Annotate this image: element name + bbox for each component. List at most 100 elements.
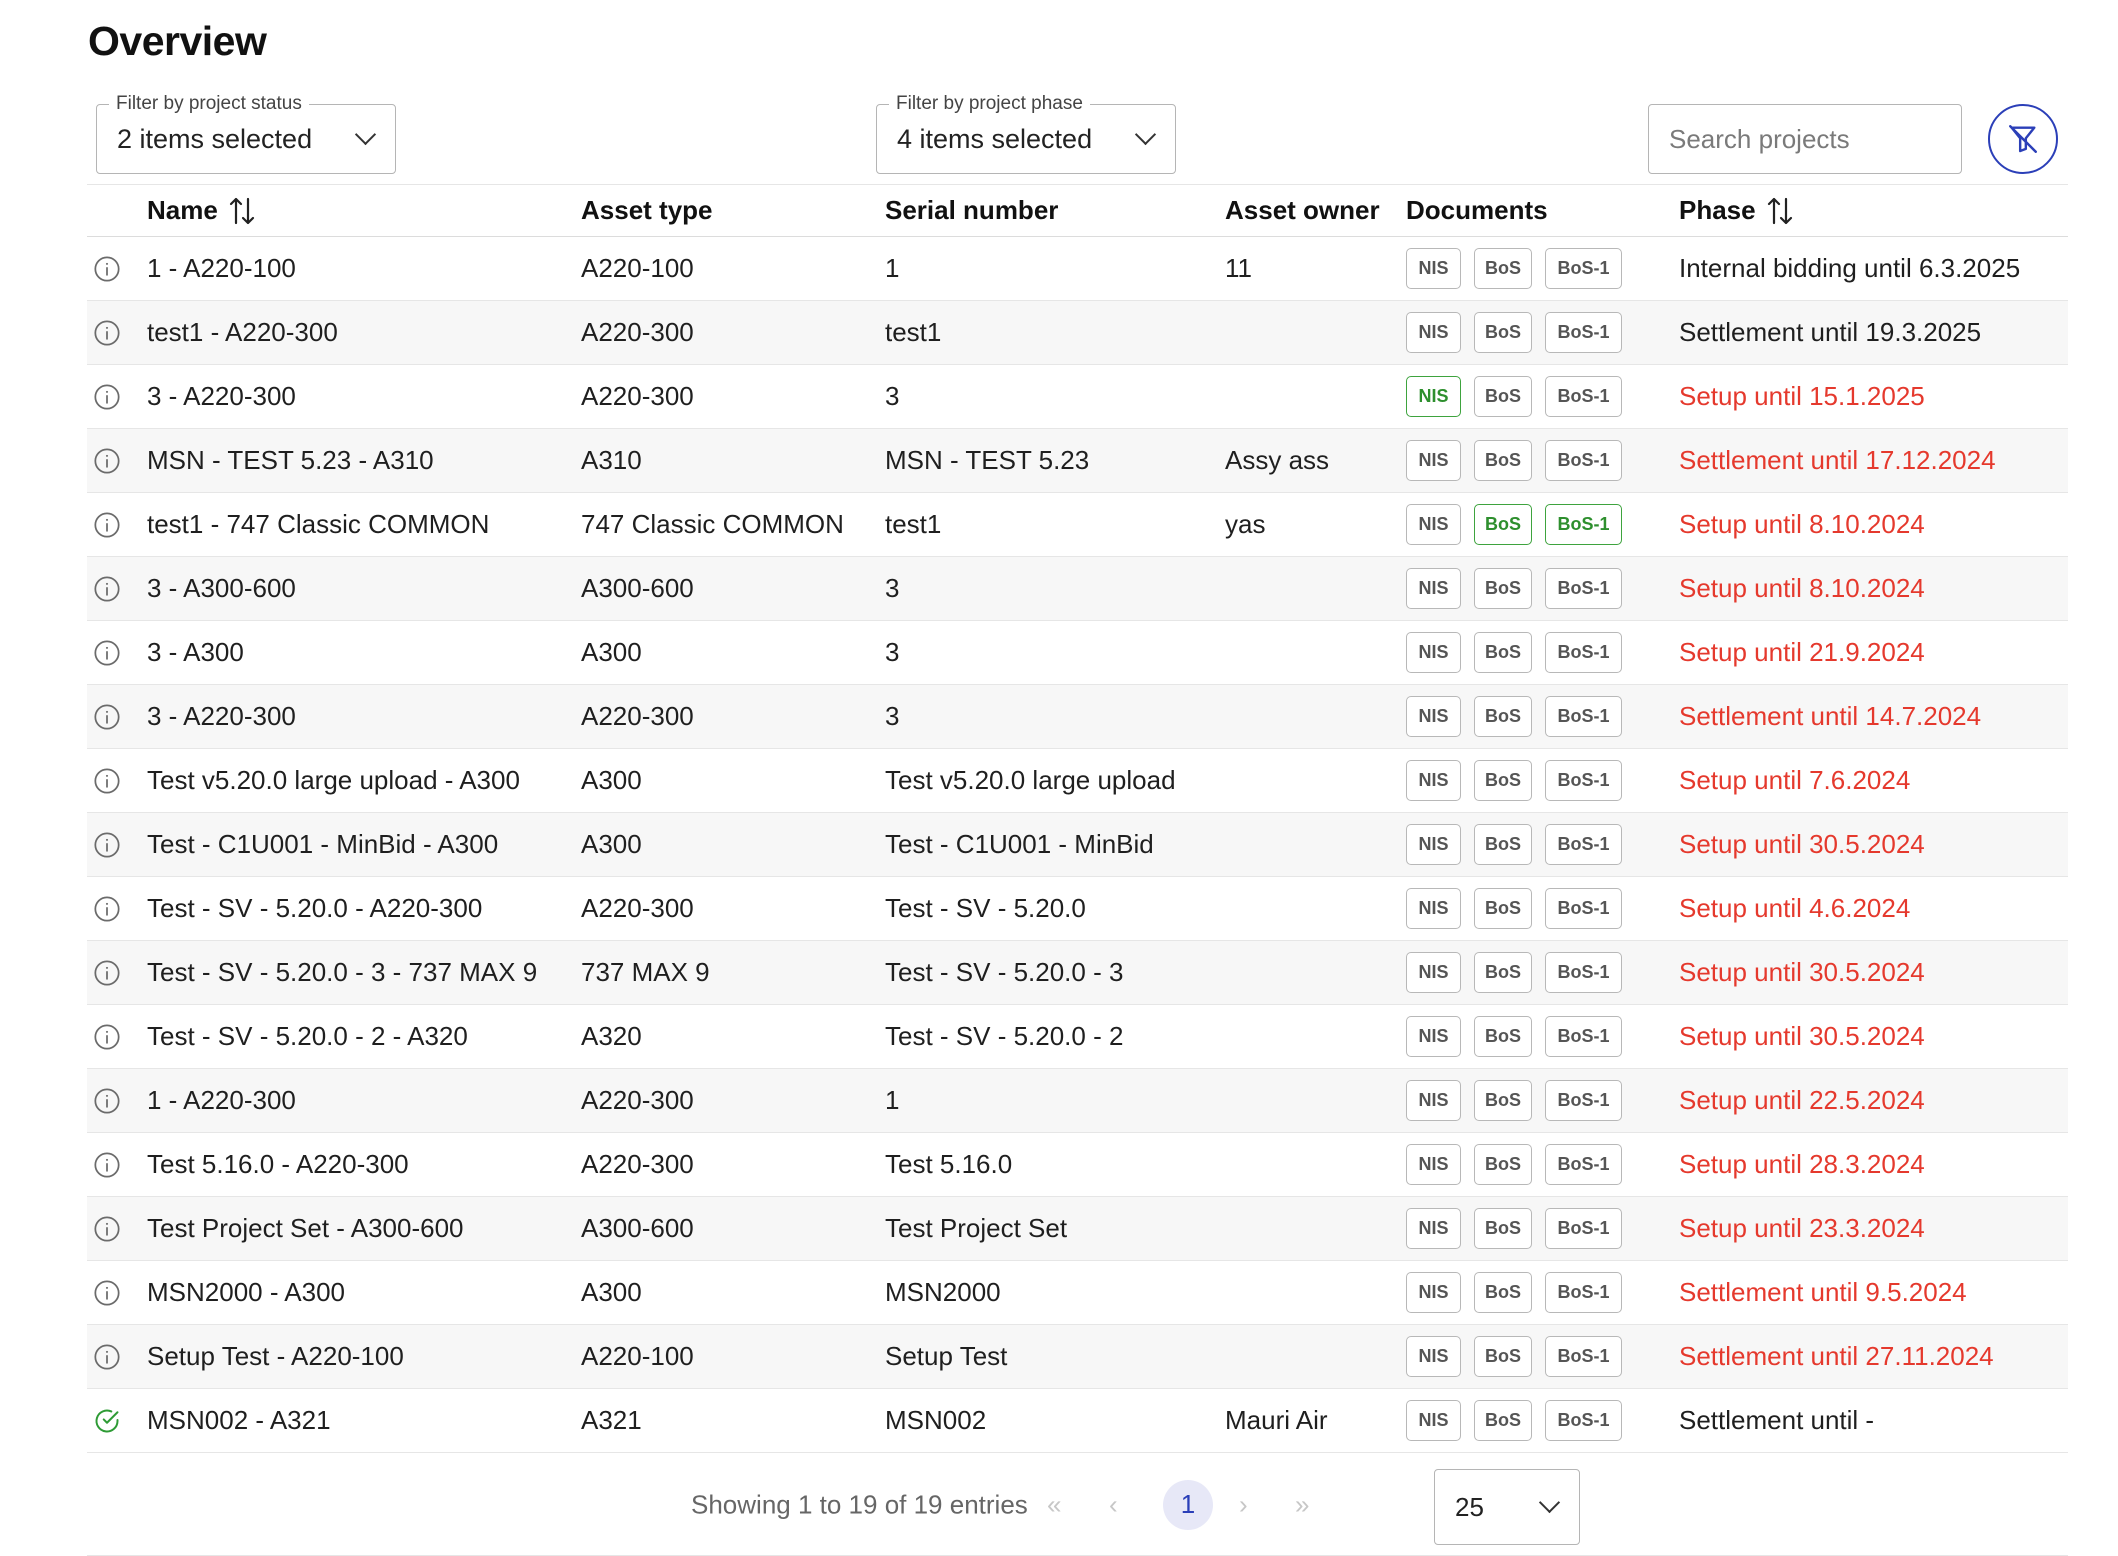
bos-1-badge[interactable]: BoS-1 xyxy=(1545,888,1622,929)
bos-badge[interactable]: BoS xyxy=(1474,1016,1532,1057)
project-name[interactable]: 3 - A220-300 xyxy=(147,365,296,428)
first-page-button[interactable]: « xyxy=(1047,1489,1061,1520)
bos-badge[interactable]: BoS xyxy=(1474,248,1532,289)
bos-badge[interactable]: BoS xyxy=(1474,1144,1532,1185)
table-row[interactable]: Test v5.20.0 large upload - A300 A300 Test… xyxy=(87,749,2068,813)
bos-1-badge[interactable]: BoS-1 xyxy=(1545,440,1622,481)
bos-1-badge[interactable]: BoS-1 xyxy=(1545,376,1622,417)
nis-badge[interactable]: NIS xyxy=(1406,1272,1461,1313)
nis-badge[interactable]: NIS xyxy=(1406,504,1461,545)
bos-badge[interactable]: BoS xyxy=(1474,312,1532,353)
sort-icon[interactable] xyxy=(1766,196,1794,226)
info-icon[interactable] xyxy=(93,749,121,812)
project-name[interactable]: 3 - A300 xyxy=(147,621,244,684)
last-page-button[interactable]: » xyxy=(1295,1489,1309,1520)
project-name[interactable]: 1 - A220-100 xyxy=(147,237,296,300)
table-row[interactable]: 3 - A300-600 A300-600 3 NIS BoS BoS-1 Setup un… xyxy=(87,557,2068,621)
info-icon[interactable] xyxy=(93,621,121,684)
nis-badge[interactable]: NIS xyxy=(1406,760,1461,801)
info-icon[interactable] xyxy=(93,365,121,428)
table-row[interactable]: MSN - TEST 5.23 - A310 A310 MSN - TEST 5.2… xyxy=(87,429,2068,493)
info-icon[interactable] xyxy=(93,493,121,556)
table-row[interactable]: Test - C1U001 - MinBid - A300 A300 Test - … xyxy=(87,813,2068,877)
project-name[interactable]: test1 - A220-300 xyxy=(147,301,338,364)
project-name[interactable]: Test 5.16.0 - A220-300 xyxy=(147,1133,409,1196)
info-icon[interactable] xyxy=(93,301,121,364)
info-icon[interactable] xyxy=(93,1197,121,1260)
check-circle-icon[interactable] xyxy=(93,1389,121,1452)
page-1-button[interactable]: 1 xyxy=(1163,1479,1213,1530)
search-input[interactable] xyxy=(1648,104,1962,174)
table-row[interactable]: Test - SV - 5.20.0 - 3 - 737 MAX 9 737 MA… xyxy=(87,941,2068,1005)
bos-1-badge[interactable]: BoS-1 xyxy=(1545,1400,1622,1441)
table-row[interactable]: 1 - A220-300 A220-300 1 NIS BoS BoS-1 Setup un… xyxy=(87,1069,2068,1133)
info-icon[interactable] xyxy=(93,941,121,1004)
info-icon[interactable] xyxy=(93,557,121,620)
info-icon[interactable] xyxy=(93,813,121,876)
bos-1-badge[interactable]: BoS-1 xyxy=(1545,824,1622,865)
table-row[interactable]: Test - SV - 5.20.0 - A220-300 A220-300 Tes… xyxy=(87,877,2068,941)
nis-badge[interactable]: NIS xyxy=(1406,1080,1461,1121)
table-row[interactable]: Test 5.16.0 - A220-300 A220-300 Test 5.16.… xyxy=(87,1133,2068,1197)
project-name[interactable]: Test v5.20.0 large upload - A300 xyxy=(147,749,520,812)
table-row[interactable]: MSN002 - A321 A321 MSN002 Mauri Air NIS BoS Bo… xyxy=(87,1389,2068,1453)
bos-1-badge[interactable]: BoS-1 xyxy=(1545,1336,1622,1377)
bos-badge[interactable]: BoS xyxy=(1474,632,1532,673)
bos-badge[interactable]: BoS xyxy=(1474,824,1532,865)
column-header-name[interactable]: Name xyxy=(147,185,256,236)
info-icon[interactable] xyxy=(93,1133,121,1196)
bos-1-badge[interactable]: BoS-1 xyxy=(1545,568,1622,609)
nis-badge[interactable]: NIS xyxy=(1406,952,1461,993)
sort-icon[interactable] xyxy=(228,196,256,226)
bos-badge[interactable]: BoS xyxy=(1474,888,1532,929)
project-name[interactable]: Test - SV - 5.20.0 - A220-300 xyxy=(147,877,482,940)
table-row[interactable]: 3 - A220-300 A220-300 3 NIS BoS BoS-1 Setup un… xyxy=(87,365,2068,429)
bos-1-badge[interactable]: BoS-1 xyxy=(1545,312,1622,353)
nis-badge[interactable]: NIS xyxy=(1406,248,1461,289)
bos-1-badge[interactable]: BoS-1 xyxy=(1545,632,1622,673)
bos-1-badge[interactable]: BoS-1 xyxy=(1545,952,1622,993)
previous-page-button[interactable]: ‹ xyxy=(1109,1489,1118,1520)
bos-badge[interactable]: BoS xyxy=(1474,440,1532,481)
table-row[interactable]: Setup Test - A220-100 A220-100 Setup Test N… xyxy=(87,1325,2068,1389)
bos-badge[interactable]: BoS xyxy=(1474,1080,1532,1121)
bos-1-badge[interactable]: BoS-1 xyxy=(1545,1272,1622,1313)
bos-badge[interactable]: BoS xyxy=(1474,1400,1532,1441)
bos-badge[interactable]: BoS xyxy=(1474,1336,1532,1377)
project-name[interactable]: 3 - A220-300 xyxy=(147,685,296,748)
bos-badge[interactable]: BoS xyxy=(1474,1208,1532,1249)
table-row[interactable]: MSN2000 - A300 A300 MSN2000 NIS BoS BoS-1 Sett… xyxy=(87,1261,2068,1325)
table-row[interactable]: 3 - A220-300 A220-300 3 NIS BoS BoS-1 Settleme… xyxy=(87,685,2068,749)
table-row[interactable]: test1 - 747 Classic COMMON 747 Classic CO… xyxy=(87,493,2068,557)
info-icon[interactable] xyxy=(93,1005,121,1068)
clear-filters-button[interactable] xyxy=(1988,104,2058,174)
bos-1-badge[interactable]: BoS-1 xyxy=(1545,1080,1622,1121)
nis-badge[interactable]: NIS xyxy=(1406,1400,1461,1441)
project-name[interactable]: Test - C1U001 - MinBid - A300 xyxy=(147,813,498,876)
bos-1-badge[interactable]: BoS-1 xyxy=(1545,1144,1622,1185)
project-name[interactable]: Test - SV - 5.20.0 - 2 - A320 xyxy=(147,1005,468,1068)
nis-badge[interactable]: NIS xyxy=(1406,312,1461,353)
table-row[interactable]: 1 - A220-100 A220-100 1 11 NIS BoS BoS-1 Intern… xyxy=(87,237,2068,301)
next-page-button[interactable]: › xyxy=(1239,1489,1248,1520)
bos-badge[interactable]: BoS xyxy=(1474,760,1532,801)
info-icon[interactable] xyxy=(93,237,121,300)
project-name[interactable]: MSN002 - A321 xyxy=(147,1389,331,1452)
project-name[interactable]: 3 - A300-600 xyxy=(147,557,296,620)
table-row[interactable]: 3 - A300 A300 3 NIS BoS BoS-1 Setup until 21.9… xyxy=(87,621,2068,685)
bos-badge[interactable]: BoS xyxy=(1474,952,1532,993)
nis-badge[interactable]: NIS xyxy=(1406,1144,1461,1185)
nis-badge[interactable]: NIS xyxy=(1406,376,1461,417)
nis-badge[interactable]: NIS xyxy=(1406,440,1461,481)
bos-1-badge[interactable]: BoS-1 xyxy=(1545,504,1622,545)
column-header-phase[interactable]: Phase xyxy=(1679,185,1794,236)
bos-1-badge[interactable]: BoS-1 xyxy=(1545,696,1622,737)
info-icon[interactable] xyxy=(93,1325,121,1388)
bos-badge[interactable]: BoS xyxy=(1474,568,1532,609)
nis-badge[interactable]: NIS xyxy=(1406,1208,1461,1249)
bos-badge[interactable]: BoS xyxy=(1474,376,1532,417)
page-size-select[interactable]: 25 xyxy=(1434,1469,1580,1545)
project-name[interactable]: Test Project Set - A300-600 xyxy=(147,1197,464,1260)
info-icon[interactable] xyxy=(93,1069,121,1132)
project-phase-filter[interactable]: Filter by project phase 4 items selected xyxy=(876,92,1176,174)
